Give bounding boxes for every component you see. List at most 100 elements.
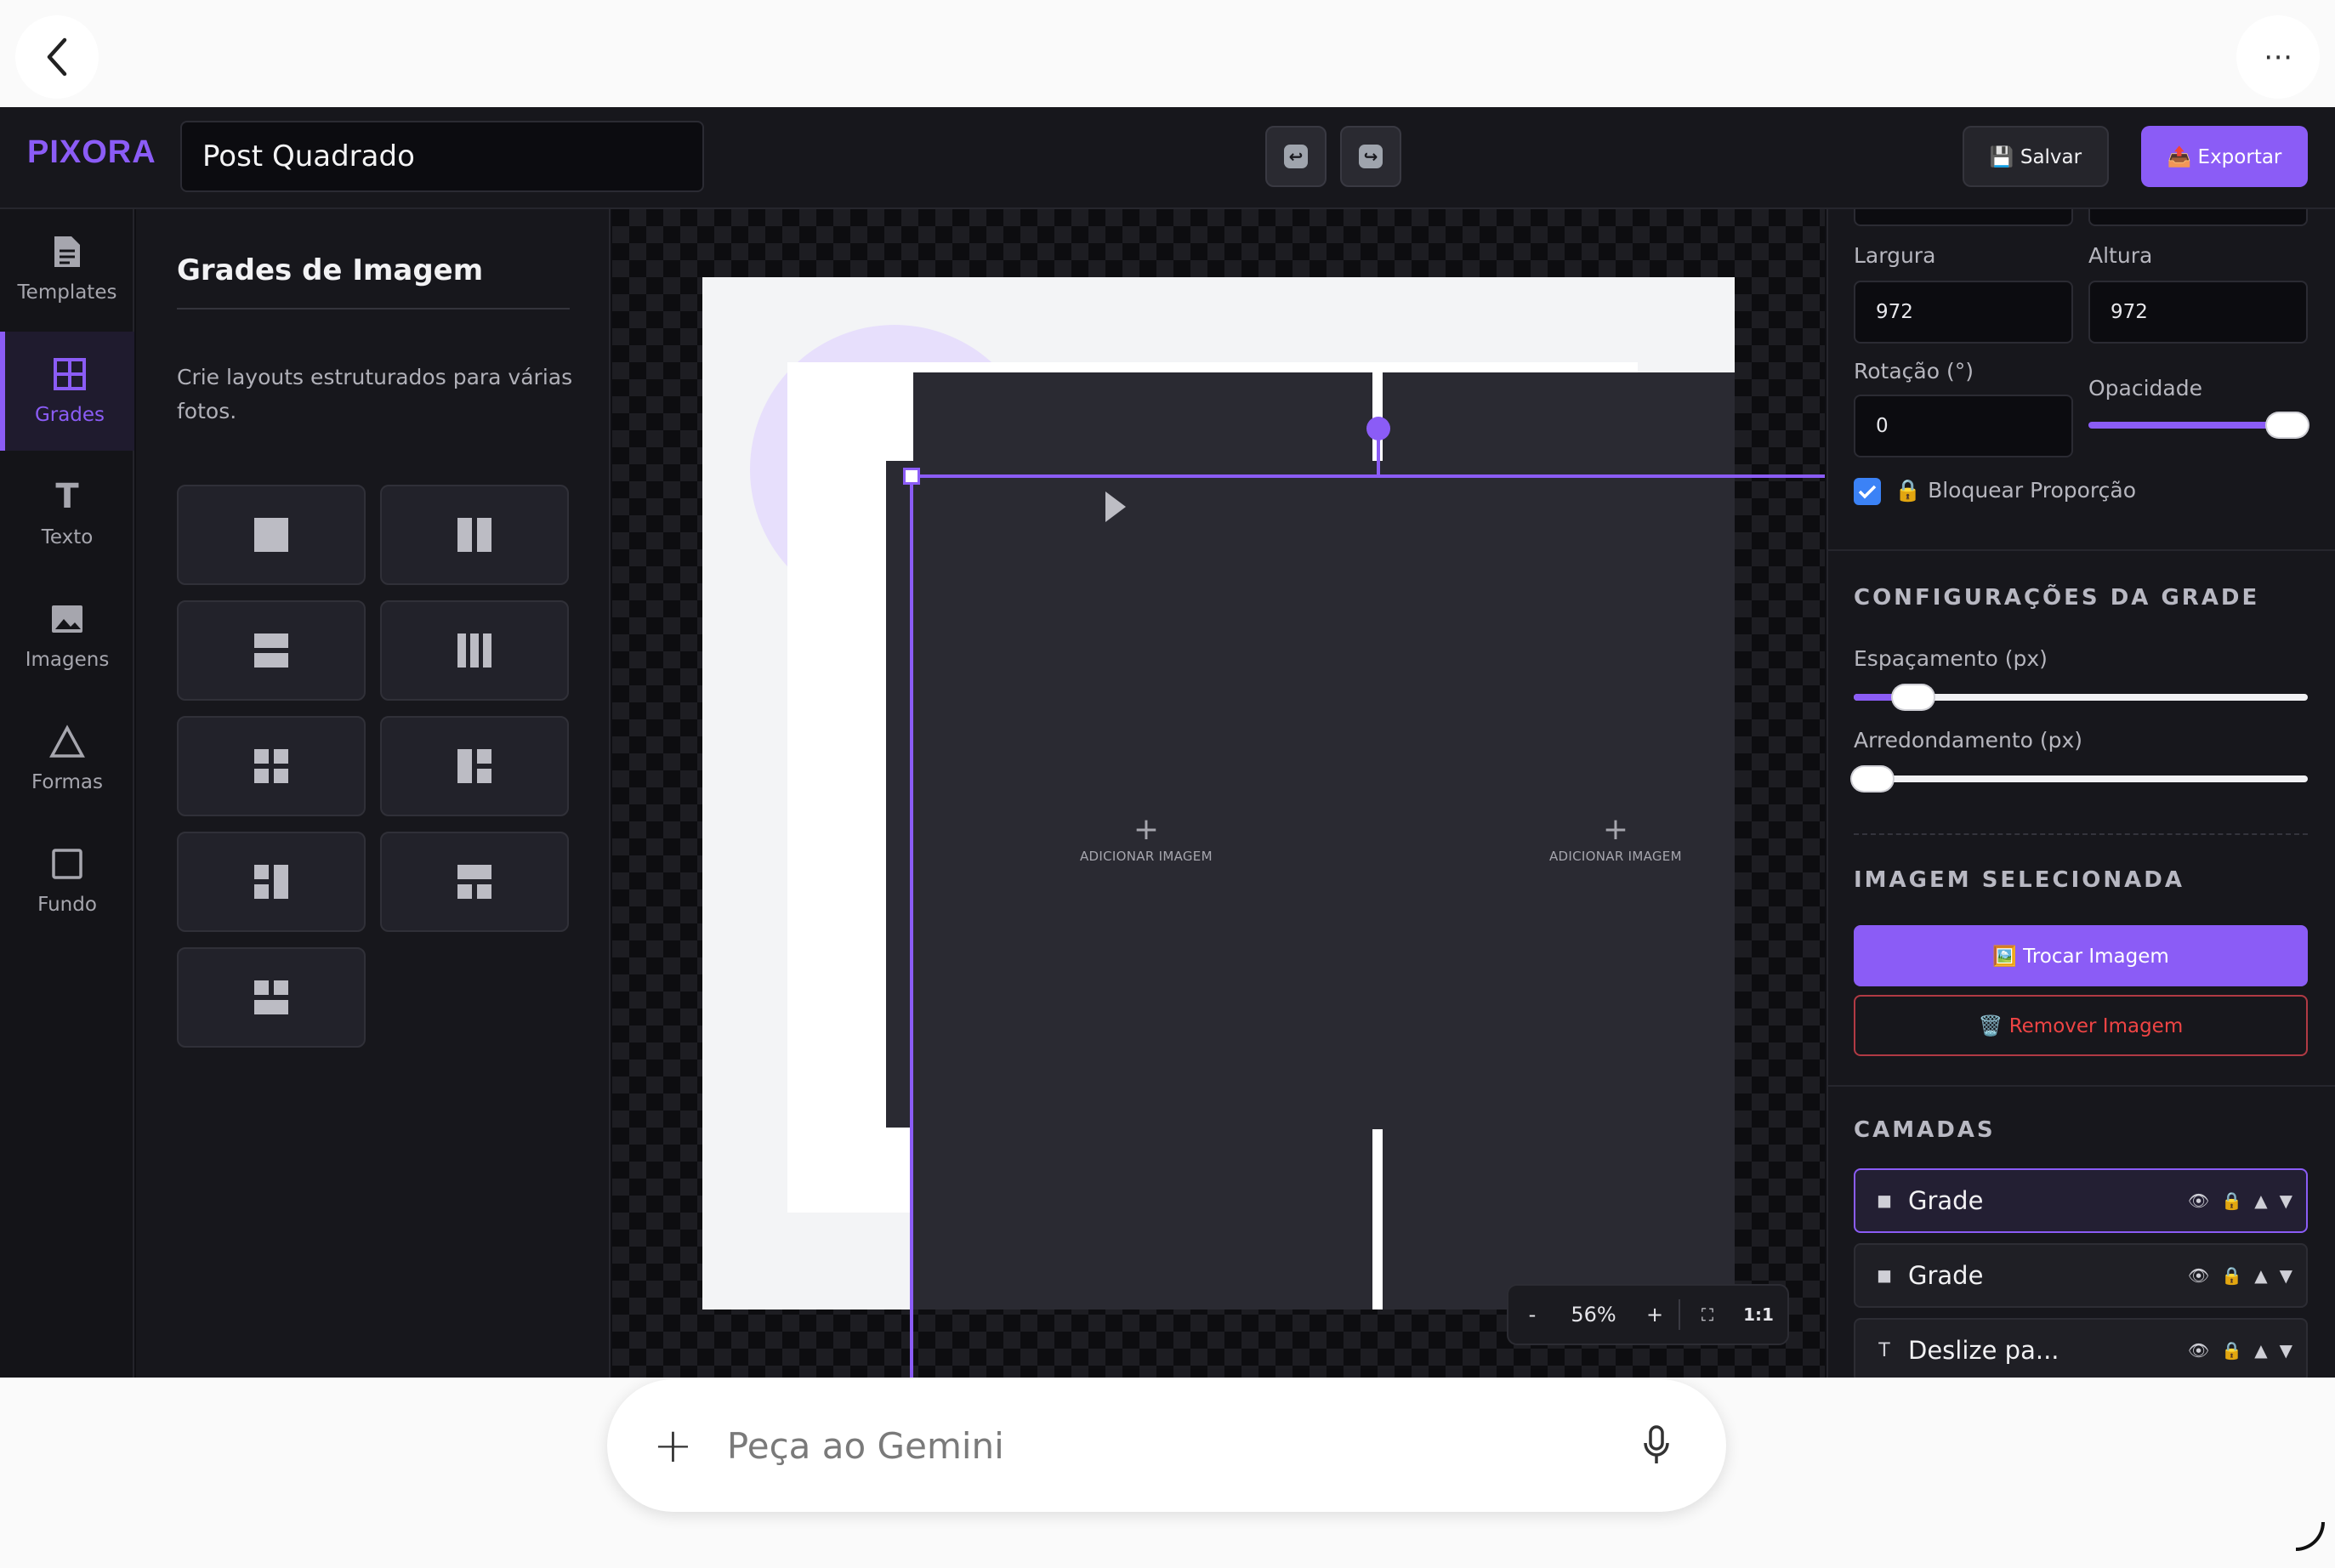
layer-item[interactable]: ◼ Grade 👁 🔒 ▲ ▼ [1854, 1243, 2308, 1308]
grid-layout-right-big[interactable] [177, 832, 366, 932]
move-up-icon[interactable]: ▲ [2254, 1265, 2267, 1286]
nav-item-texto[interactable]: T Texto [0, 454, 134, 573]
remove-image-button[interactable]: 🗑️ Remover Imagem [1854, 995, 2308, 1056]
layer-type-icon: ◼ [1876, 1190, 1893, 1212]
project-title-input[interactable]: Post Quadrado [180, 121, 704, 192]
browser-top-bar: ⋯ [0, 0, 2335, 107]
move-down-icon[interactable]: ▼ [2280, 1190, 2292, 1211]
nav-item-grades[interactable]: Grades [0, 332, 134, 451]
add-attachment-button[interactable]: + [653, 1418, 693, 1474]
resize-handle-top-left[interactable] [903, 468, 920, 485]
zoom-controls: - 56% + ⛶ 1:1 [1507, 1284, 1789, 1345]
plus-icon: + [1602, 812, 1628, 847]
move-down-icon[interactable]: ▼ [2280, 1340, 2292, 1361]
opacity-slider-thumb[interactable] [2267, 413, 2308, 437]
grid-layout-two-columns[interactable] [380, 485, 569, 585]
rounding-slider[interactable] [1854, 775, 2308, 782]
export-button[interactable]: 📤 Exportar [2141, 126, 2308, 187]
layer-item[interactable]: ◼ Grade 👁 🔒 ▲ ▼ [1854, 1168, 2308, 1233]
text-icon: T [55, 477, 79, 516]
visibility-icon[interactable]: 👁 [2188, 1265, 2209, 1286]
layout-bottom-wide-icon [254, 980, 288, 1014]
image-grid[interactable]: + ADICIONAR IMAGEM + ADICIONAR IMAGEM [913, 372, 1735, 1310]
selection-border-left [910, 474, 913, 1378]
rotation-input[interactable]: 0 [1854, 395, 2073, 457]
spacing-label: Espaçamento (px) [1854, 646, 2048, 671]
grid-layout-top-wide[interactable] [380, 832, 569, 932]
width-input[interactable]: 972 [1854, 281, 2073, 344]
nav-label: Templates [17, 281, 117, 304]
more-options-button[interactable]: ⋯ [2236, 15, 2320, 99]
redo-button[interactable]: ↪ [1340, 126, 1401, 187]
nav-label: Formas [31, 771, 103, 793]
lock-icon[interactable]: 🔒 [2221, 1190, 2242, 1211]
selected-image-title: IMAGEM SELECIONADA [1854, 867, 2184, 893]
rounding-slider-thumb[interactable] [1852, 767, 1893, 791]
position-y-input[interactable] [2088, 209, 2308, 226]
divider [1854, 833, 2308, 835]
grid-layout-four[interactable] [177, 716, 366, 816]
zoom-out-button[interactable]: - [1508, 1303, 1556, 1327]
back-button[interactable] [15, 15, 99, 99]
move-up-icon[interactable]: ▲ [2254, 1340, 2267, 1361]
spacing-slider-thumb[interactable] [1893, 685, 1934, 709]
tool-sidebar: Templates Grades T Texto Imagens Formas … [0, 209, 134, 1378]
position-x-input[interactable] [1854, 209, 2073, 226]
canvas-area[interactable]: + ADICIONAR IMAGEM + ADICIONAR IMAGEM - … [612, 209, 1825, 1378]
artboard[interactable]: + ADICIONAR IMAGEM + ADICIONAR IMAGEM [702, 277, 1735, 1310]
visibility-icon[interactable]: 👁 [2188, 1340, 2209, 1361]
gemini-input[interactable]: Peça ao Gemini [727, 1425, 1639, 1467]
fit-screen-button[interactable]: ⛶ [1680, 1304, 1735, 1325]
add-image-slot-left[interactable]: + ADICIONAR IMAGEM [1080, 815, 1213, 865]
add-image-slot-right[interactable]: + ADICIONAR IMAGEM [1549, 812, 1682, 865]
layer-item[interactable]: T Deslize pa... 👁 🔒 ▲ ▼ [1854, 1318, 2308, 1378]
chevron-left-icon [47, 37, 67, 77]
move-down-icon[interactable]: ▼ [2280, 1265, 2292, 1286]
gemini-prompt-bar[interactable]: + Peça ao Gemini [607, 1379, 1726, 1512]
rotation-label: Rotação (°) [1854, 359, 1974, 383]
grid-layout-single[interactable] [177, 485, 366, 585]
grid-divider-bottom [1372, 1129, 1383, 1310]
nav-label: Fundo [37, 894, 97, 916]
rotation-handle[interactable] [1366, 417, 1390, 440]
undo-button[interactable]: ↩ [1265, 126, 1327, 187]
move-up-icon[interactable]: ▲ [2254, 1190, 2267, 1211]
more-icon: ⋯ [2264, 40, 2292, 74]
height-input[interactable]: 972 [2088, 281, 2308, 344]
layout-right-big-icon [254, 865, 288, 899]
grid-layout-bottom-wide[interactable] [177, 947, 366, 1048]
save-button[interactable]: 💾 Salvar [1963, 126, 2109, 187]
visibility-icon[interactable]: 👁 [2188, 1190, 2209, 1211]
lock-proportion-checkbox[interactable] [1854, 478, 1881, 505]
layout-two-rows-icon [254, 633, 288, 668]
nav-item-imagens[interactable]: Imagens [0, 577, 134, 696]
grid-layout-left-big[interactable] [380, 716, 569, 816]
nav-label: Imagens [25, 649, 110, 671]
nav-item-templates[interactable]: Templates [0, 209, 134, 328]
image-icon [49, 601, 85, 637]
lock-icon[interactable]: 🔒 [2221, 1340, 2242, 1361]
layout-top-wide-icon [457, 865, 491, 899]
lock-icon[interactable]: 🔒 [2221, 1265, 2242, 1286]
divider [1828, 1085, 2335, 1087]
lock-proportion-label: 🔒 Bloquear Proporção [1895, 478, 2137, 503]
layout-single-icon [254, 518, 288, 552]
grid-layout-two-rows[interactable] [177, 600, 366, 701]
replace-image-button[interactable]: 🖼️ Trocar Imagem [1854, 925, 2308, 986]
layer-type-icon: T [1878, 1339, 1890, 1361]
actual-size-button[interactable]: 1:1 [1735, 1304, 1782, 1325]
layer-name: Grade [1908, 1186, 1984, 1215]
nav-item-formas[interactable]: Formas [0, 699, 134, 818]
layout-two-columns-icon [457, 518, 491, 552]
grid-layout-three-columns[interactable] [380, 600, 569, 701]
resize-corner-icon [2296, 1522, 2325, 1551]
nav-item-fundo[interactable]: Fundo [0, 821, 134, 940]
zoom-in-button[interactable]: + [1631, 1303, 1679, 1327]
editor-app: PIXORA Post Quadrado ↩ ↪ 💾 Salvar 📤 Expo… [0, 107, 2335, 1378]
layers-title: CAMADAS [1854, 1117, 1996, 1143]
opacity-label: Opacidade [2088, 376, 2202, 401]
layer-name: Grade [1908, 1261, 1984, 1290]
microphone-icon[interactable] [1639, 1423, 1673, 1469]
layer-type-icon: ◼ [1876, 1264, 1893, 1287]
zoom-level: 56% [1571, 1303, 1616, 1327]
